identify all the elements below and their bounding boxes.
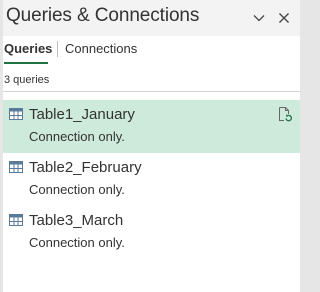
table-icon (9, 108, 23, 120)
query-status: Connection only. (29, 129, 125, 144)
query-status: Connection only. (29, 182, 125, 197)
query-name: Table2_February (29, 159, 142, 176)
query-status: Connection only. (29, 235, 125, 250)
query-name: Table1_January (29, 106, 135, 123)
collapse-button[interactable] (250, 9, 268, 27)
pane-title: Queries & Connections (6, 5, 200, 26)
chevron-down-icon (253, 15, 265, 22)
query-name: Table3_March (29, 212, 124, 229)
divider (3, 91, 300, 92)
table-icon (9, 214, 23, 226)
query-item-table2-february[interactable]: Table2_February Connection only. (3, 153, 300, 206)
query-item-table1-january[interactable]: Table1_January Connection only. (3, 100, 300, 153)
close-icon (279, 13, 289, 23)
active-tab-indicator (4, 62, 48, 64)
refresh-document-icon[interactable] (276, 106, 292, 122)
tab-bar: Queries Connections (3, 36, 300, 66)
tab-queries[interactable]: Queries (4, 41, 52, 56)
tab-connections[interactable]: Connections (65, 41, 137, 56)
query-item-table3-march[interactable]: Table3_March Connection only. (3, 206, 300, 259)
pane-header: Queries & Connections (3, 0, 300, 36)
tab-divider (57, 41, 58, 57)
close-pane-button[interactable] (275, 9, 293, 27)
query-count: 3 queries (4, 74, 50, 86)
queries-connections-pane: Queries & Connections Queries Connection… (3, 0, 300, 292)
table-icon (9, 161, 23, 173)
